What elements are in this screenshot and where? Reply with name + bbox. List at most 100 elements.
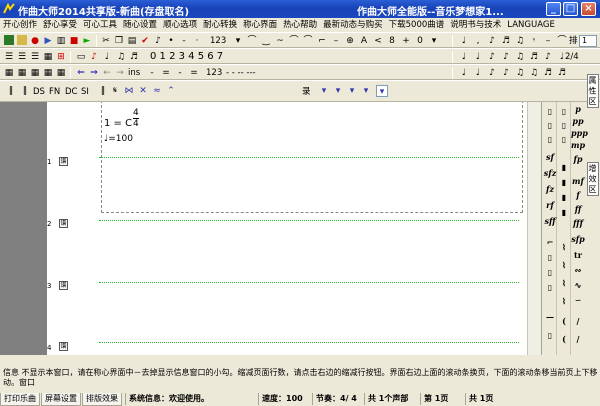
measure-icon[interactable]: ▭ [75,51,87,63]
zero-icon[interactable]: 0 [414,35,426,47]
maximize-button[interactable]: □ [563,2,578,16]
time-signature[interactable]: 4 4 [133,108,139,129]
key-signature[interactable]: 1 = C [104,118,132,129]
check-icon[interactable]: ✔ [139,35,151,47]
mordent-icon[interactable]: ∾ [571,265,585,275]
score-workspace[interactable]: 1 = C 4 4 ♩=100 1 谱 2 谱 3 谱 4 谱 [0,102,541,355]
menu-item-tools[interactable]: 可心工具 [80,18,120,32]
dropdown-4-icon[interactable]: ▾ [360,85,372,97]
arpeggio-icon[interactable]: ( [557,334,571,344]
number-mode-label-2[interactable]: 123 [206,66,222,80]
quarter-icon[interactable]: ♩ [101,51,113,63]
time-signature-label[interactable]: 2/4 [565,50,579,64]
bar-symbol-icon[interactable]: ▯ [543,120,557,130]
mark-dc[interactable]: DC [65,85,77,99]
wave-icon[interactable]: ≈ [151,85,163,97]
mark-fn[interactable]: FN [49,85,60,99]
dash-b-icon[interactable]: - [174,67,186,79]
eighth-note-icon[interactable]: ♪ [486,35,498,47]
left-arrow-icon[interactable]: ← [101,67,113,79]
rest-icon[interactable]: 𝄾 [528,35,540,47]
arc-icon[interactable]: ⌒ [556,35,568,47]
menu-item-language[interactable]: LANGUAGE [504,18,558,32]
dynamic-f[interactable]: f [571,190,585,200]
dot-icon[interactable]: • [165,35,177,47]
dynamic-rf[interactable]: rf [543,200,557,210]
tuplet-icon[interactable]: ▯ [543,282,557,292]
segno-icon[interactable]: 𝄋 [109,85,121,97]
half-note-icon[interactable]: ♩ [472,51,484,63]
paste-icon[interactable]: ▤ [126,35,138,47]
copy-icon[interactable]: ❐ [113,35,125,47]
turn-icon[interactable]: ~ [274,35,286,47]
dynamic-fff[interactable]: fff [571,218,585,228]
number-mode-label[interactable]: 123 [210,34,226,48]
sixteenth-note-icon[interactable]: ♬ [500,35,512,47]
dash-icon[interactable]: - [178,35,190,47]
tremolo-icon[interactable]: ⋈ [123,85,135,97]
dotted-note-icon[interactable]: ♪ [486,51,498,63]
beamed-note-icon[interactable]: ♫ [514,35,526,47]
note-b-icon[interactable]: ♩ [472,67,484,79]
piano-icon[interactable]: ▥ [55,35,67,47]
bar-symbol-icon[interactable]: ▯ [557,134,571,144]
half-rest-icon[interactable]: – [542,35,554,47]
menu-item-help[interactable]: 热心帮助 [280,18,320,32]
text-icon[interactable]: A [358,35,370,47]
forward-icon[interactable]: ► [81,35,93,47]
menu-item-options[interactable]: 顺心选项 [160,18,200,32]
mark-si[interactable]: SI [81,85,89,99]
bracket-icon[interactable]: ⌐ [316,35,328,47]
dropdown-3-icon[interactable]: ▾ [346,85,358,97]
arpeggio-icon[interactable]: ⌇ [557,242,571,252]
dash-options[interactable]: - - -- --- [226,66,256,80]
pedal-icon[interactable]: ▮ [557,177,571,187]
tab-print[interactable]: 打印乐曲 [0,393,40,406]
tempo-mark[interactable]: ♩=100 [104,134,133,144]
close-button[interactable]: × [581,2,596,16]
open-icon[interactable] [16,35,28,47]
menu-item-download[interactable]: 下载5000曲谱 [386,18,448,32]
dropdown-5-icon[interactable]: ▾ [376,85,388,97]
triplet-icon[interactable]: ♬ [128,51,140,63]
double-note-icon[interactable]: ♫ [514,51,526,63]
note-d-icon[interactable]: ♪ [500,67,512,79]
dynamic-mf[interactable]: mf [571,176,585,186]
right-arrow-icon[interactable]: → [114,67,126,79]
arpeggio-icon[interactable]: ⌇ [557,260,571,270]
tab-screen-settings[interactable]: 屏幕设置 [41,393,81,406]
row-button[interactable]: 谱 [59,219,68,228]
repeat-start-icon[interactable]: ‖ [5,85,17,97]
slur-icon[interactable]: ⌒ [246,35,258,47]
tab-properties[interactable]: 属 性 区 [587,74,599,108]
bar-symbol-icon[interactable]: ▯ [543,106,557,116]
dash-a-icon[interactable]: - [146,67,158,79]
insert-label[interactable]: ins [128,66,140,80]
dropdown-1-icon[interactable]: ▾ [318,85,330,97]
beam-icon[interactable]: ♫ [115,51,127,63]
red-note-icon[interactable]: ♪ [88,51,100,63]
menu-item-settings[interactable]: 随心设置 [120,18,160,32]
dynamic-fz[interactable]: fz [543,184,557,194]
note-h-icon[interactable]: ♬ [556,67,568,79]
stop-icon[interactable]: ■ [68,35,80,47]
arpeggio-icon[interactable]: ( [557,316,571,326]
whole-note-icon[interactable]: ♩ [458,51,470,63]
menu-item-enjoy[interactable]: 舒心享受 [40,18,80,32]
note-a-icon[interactable]: ♩ [458,67,470,79]
breath-icon[interactable]: , [472,35,484,47]
chevron-down-icon[interactable]: ▾ [232,35,244,47]
score-page[interactable]: 1 = C 4 4 ♩=100 1 谱 2 谱 3 谱 4 谱 [47,102,527,355]
lt-icon[interactable]: < [372,35,384,47]
slash-icon[interactable]: / [571,334,585,344]
dynamic-pp[interactable]: pp [571,116,585,126]
undo-icon[interactable]: ⇐ [75,67,87,79]
menu-item-convert[interactable]: 耐心转换 [200,18,240,32]
menu-item-create[interactable]: 开心创作 [0,18,40,32]
note-f-icon[interactable]: ♫ [528,67,540,79]
octave-icon[interactable]: 8 [386,35,398,47]
dynamic-mp[interactable]: mp [571,140,585,150]
layout-icon[interactable]: ▦ [42,51,54,63]
turn-orn-icon[interactable]: ∿ [571,280,585,290]
dynamic-ff[interactable]: ff [571,204,585,214]
